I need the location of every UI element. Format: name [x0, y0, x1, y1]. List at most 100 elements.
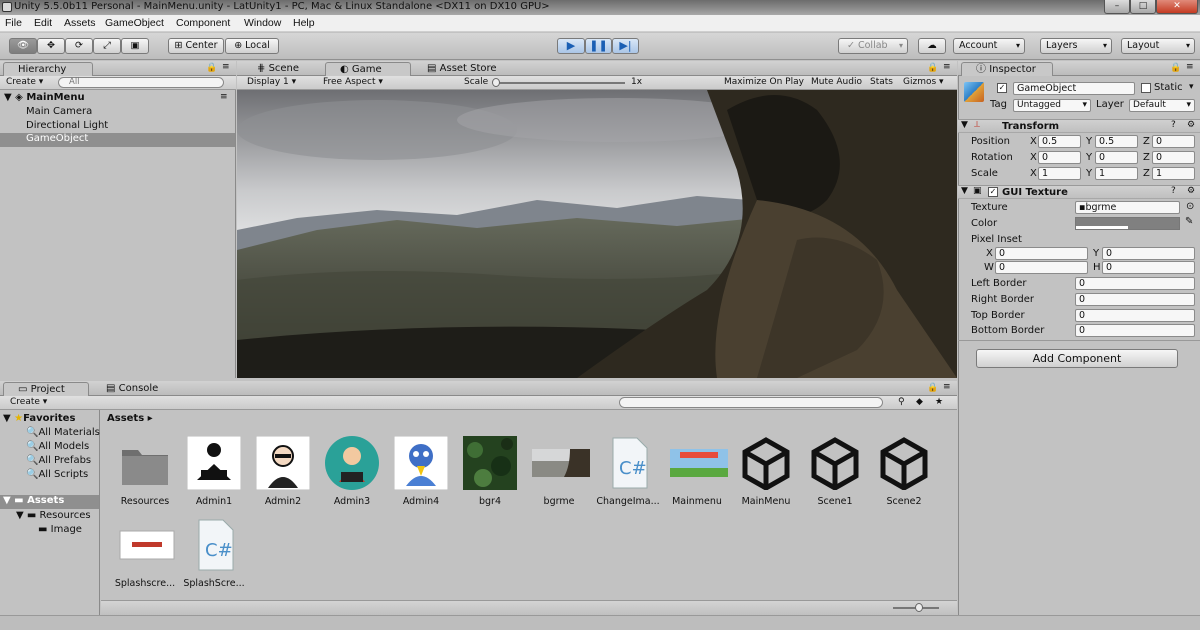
scale-y-field[interactable]: 1: [1095, 167, 1138, 180]
asset-item[interactable]: Splashscre...: [112, 518, 178, 589]
asset-item[interactable]: Mainmenu: [664, 436, 730, 507]
tab-project[interactable]: ▭ Project: [3, 382, 89, 396]
tab-scene[interactable]: ⋕ Scene: [243, 62, 323, 76]
pixel-inset-w-field[interactable]: 0: [995, 261, 1088, 274]
asset-item[interactable]: Admin4: [388, 435, 454, 507]
panel-menu-icon[interactable]: ≡: [1186, 62, 1194, 74]
asset-item[interactable]: C# ChangeIma...: [595, 436, 661, 507]
aspect-dropdown[interactable]: Free Aspect ▾: [323, 77, 383, 89]
foldout-arrow-icon[interactable]: ▼: [961, 186, 968, 198]
asset-item[interactable]: Scene1: [802, 436, 868, 507]
scale-x-field[interactable]: 1: [1038, 167, 1081, 180]
lock-icon[interactable]: 🔒: [927, 63, 938, 75]
asset-item[interactable]: Resources: [112, 436, 178, 507]
icon-size-slider-thumb[interactable]: [915, 603, 923, 612]
scene-menu-icon[interactable]: ≡: [220, 92, 228, 104]
menu-component[interactable]: Component: [176, 17, 230, 29]
hierarchy-create-button[interactable]: Create ▾: [6, 77, 43, 89]
layers-dropdown[interactable]: Layers: [1040, 38, 1112, 54]
play-button[interactable]: ▶: [557, 38, 585, 54]
favorite-all-scripts[interactable]: 🔍All Scripts: [26, 469, 88, 480]
static-checkbox[interactable]: [1141, 83, 1151, 93]
scale-tool-icon[interactable]: ⤢: [93, 38, 121, 54]
tab-inspector[interactable]: ⓘ Inspector: [961, 62, 1053, 76]
project-create-button[interactable]: Create ▾: [10, 397, 47, 409]
transform-section-header[interactable]: ▼ ⟂ Transform ? ⚙: [958, 119, 1200, 133]
panel-menu-icon[interactable]: ≡: [943, 62, 951, 74]
asset-item[interactable]: Admin2: [250, 435, 316, 507]
bottom-border-field[interactable]: 0: [1075, 324, 1195, 337]
pivot-local-button[interactable]: ⊕ Local: [225, 38, 279, 54]
asset-item[interactable]: C# SplashScre...: [181, 518, 247, 589]
tree-resources-folder[interactable]: ▼ ▬ Resources: [16, 510, 91, 521]
object-name-field[interactable]: GameObject: [1013, 82, 1135, 95]
foldout-arrow-icon[interactable]: ▼: [961, 120, 968, 132]
gear-icon[interactable]: ⚙: [1187, 120, 1195, 132]
hierarchy-search-input[interactable]: All: [58, 77, 224, 88]
asset-item[interactable]: Admin1: [181, 435, 247, 507]
close-button[interactable]: ✕: [1156, 0, 1198, 14]
favorite-all-materials[interactable]: 🔍All Materials: [26, 427, 100, 438]
rect-tool-icon[interactable]: ▣: [121, 38, 149, 54]
panel-menu-icon[interactable]: ≡: [222, 62, 230, 74]
lock-icon[interactable]: 🔒: [1170, 63, 1181, 75]
hand-tool-icon[interactable]: 👁: [9, 38, 37, 54]
menu-file[interactable]: File: [5, 17, 22, 29]
filter-by-type-icon[interactable]: ⚲: [898, 397, 905, 409]
texture-field[interactable]: ▪bgrme: [1075, 201, 1180, 214]
static-dropdown-icon[interactable]: ▾: [1189, 82, 1194, 94]
breadcrumb[interactable]: Assets ▸: [107, 413, 153, 424]
menu-edit[interactable]: Edit: [34, 17, 52, 29]
object-picker-icon[interactable]: ⊙: [1186, 201, 1194, 212]
rotate-tool-icon[interactable]: ⟳: [65, 38, 93, 54]
help-icon[interactable]: ?: [1171, 120, 1176, 132]
active-checkbox[interactable]: ✓: [997, 83, 1007, 93]
position-x-field[interactable]: 0.5: [1038, 135, 1081, 148]
position-y-field[interactable]: 0.5: [1095, 135, 1138, 148]
scale-slider[interactable]: [495, 82, 625, 84]
gear-icon[interactable]: ⚙: [1187, 186, 1195, 198]
asset-item[interactable]: Scene2: [871, 436, 937, 507]
favorite-all-prefabs[interactable]: 🔍All Prefabs: [26, 455, 91, 466]
asset-item[interactable]: bgrme: [526, 436, 592, 507]
mute-audio-toggle[interactable]: Mute Audio: [811, 77, 862, 89]
hierarchy-item-directional-light[interactable]: Directional Light: [26, 120, 108, 131]
cloud-icon[interactable]: ☁: [918, 38, 946, 54]
asset-item[interactable]: Admin3: [319, 436, 385, 507]
collab-button[interactable]: ✓ Collab: [838, 38, 908, 54]
pixel-inset-x-field[interactable]: 0: [995, 247, 1088, 260]
rotation-y-field[interactable]: 0: [1095, 151, 1138, 164]
left-border-field[interactable]: 0: [1075, 277, 1195, 290]
maximize-button[interactable]: □: [1130, 0, 1156, 14]
tab-hierarchy[interactable]: Hierarchy: [3, 62, 93, 76]
add-component-button[interactable]: Add Component: [976, 349, 1178, 368]
hierarchy-item-gameobject[interactable]: GameObject: [0, 133, 235, 147]
right-border-field[interactable]: 0: [1075, 293, 1195, 306]
panel-menu-icon[interactable]: ≡: [943, 382, 951, 394]
scene-root-mainmenu[interactable]: ▼ ◈ MainMenu: [4, 92, 85, 103]
top-border-field[interactable]: 0: [1075, 309, 1195, 322]
rotation-x-field[interactable]: 0: [1038, 151, 1081, 164]
stats-toggle[interactable]: Stats: [870, 77, 893, 89]
favorite-all-models[interactable]: 🔍All Models: [26, 441, 89, 452]
rotation-z-field[interactable]: 0: [1152, 151, 1195, 164]
move-tool-icon[interactable]: ✥: [37, 38, 65, 54]
pivot-center-button[interactable]: ⊞ Center: [168, 38, 224, 54]
component-enabled-checkbox[interactable]: ✓: [988, 187, 998, 197]
pixel-inset-h-field[interactable]: 0: [1102, 261, 1195, 274]
menu-gameobject[interactable]: GameObject: [105, 17, 164, 29]
assets-tree-root[interactable]: ▼ ▬ Assets: [0, 495, 99, 509]
step-button[interactable]: ▶|: [612, 38, 639, 54]
scale-z-field[interactable]: 1: [1152, 167, 1195, 180]
asset-item[interactable]: bgr4: [457, 436, 523, 507]
lock-icon[interactable]: 🔒: [206, 63, 217, 75]
tree-image-folder[interactable]: ▬ Image: [38, 524, 82, 535]
account-dropdown[interactable]: Account: [953, 38, 1025, 54]
tag-dropdown[interactable]: Untagged ▾: [1013, 99, 1091, 112]
layer-dropdown[interactable]: Default ▾: [1129, 99, 1195, 112]
eyedropper-icon[interactable]: ✎: [1185, 216, 1193, 227]
menu-help[interactable]: Help: [293, 17, 315, 29]
favorite-star-icon[interactable]: ★: [935, 397, 943, 409]
color-swatch[interactable]: [1075, 217, 1180, 230]
menu-assets[interactable]: Assets: [64, 17, 96, 29]
